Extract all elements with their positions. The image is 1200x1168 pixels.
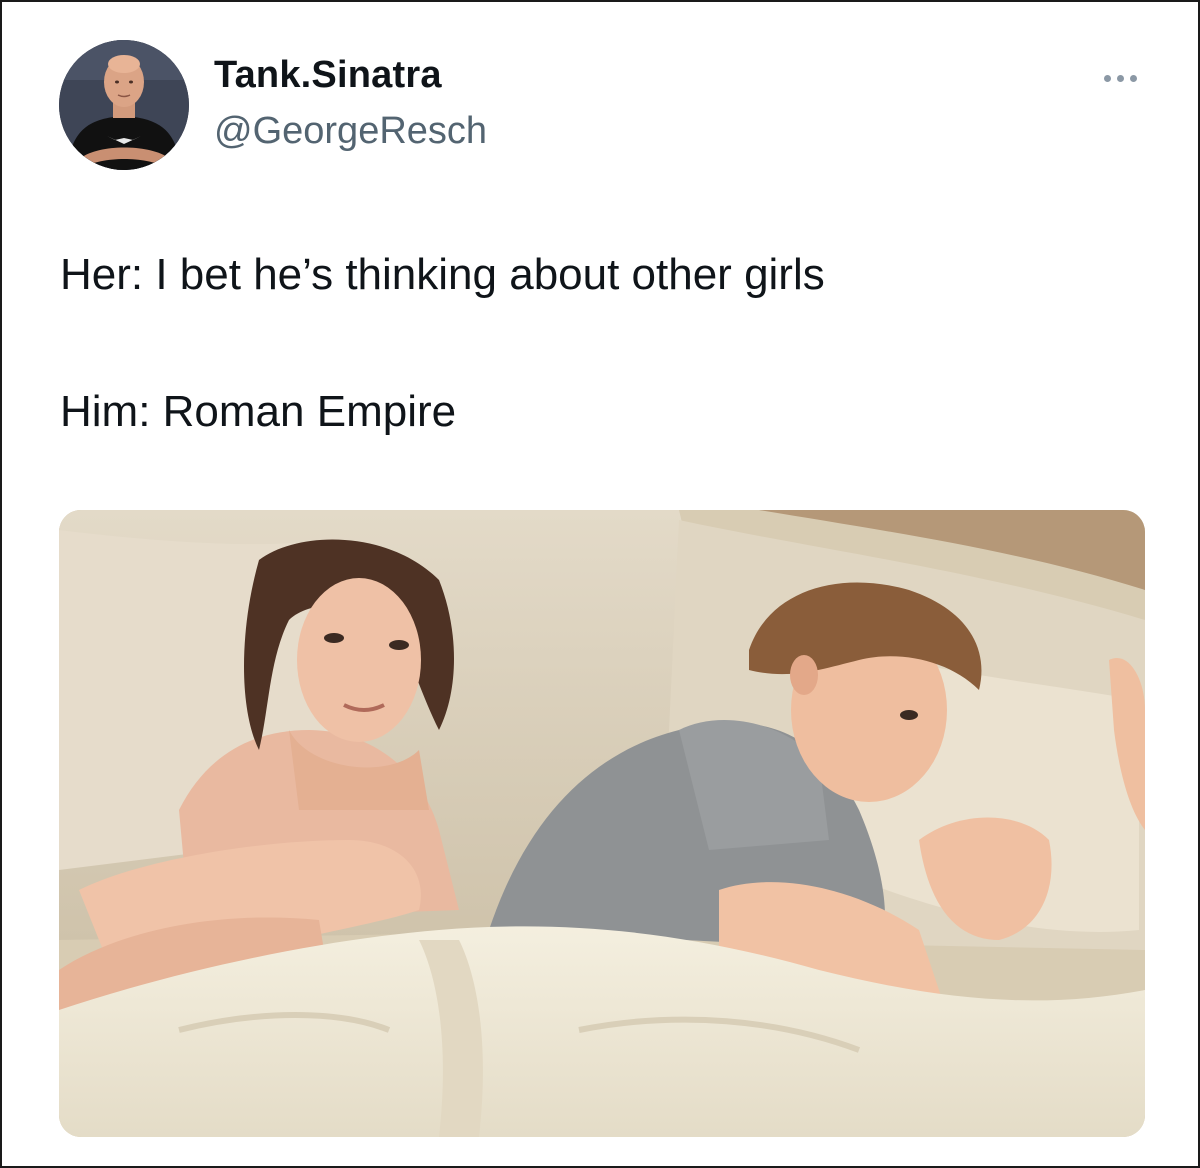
more-dot — [1129, 74, 1137, 82]
more-dot — [1116, 74, 1124, 82]
display-name[interactable]: Tank.Sinatra — [214, 54, 442, 97]
tweet-media-image[interactable] — [59, 510, 1145, 1137]
profile-avatar[interactable] — [59, 40, 189, 170]
tweet-text-line-1: Her: I bet he’s thinking about other gir… — [60, 250, 825, 299]
couple-in-bed-photo — [59, 510, 1145, 1137]
more-horizontal-icon[interactable] — [1092, 62, 1148, 94]
tweet-text-line-2: Him: Roman Empire — [60, 387, 457, 436]
avatar-photo — [59, 40, 189, 170]
user-handle[interactable]: @GeorgeResch — [214, 110, 487, 153]
tweet-card: Tank.Sinatra @GeorgeResch Her: I bet he’… — [0, 0, 1200, 1168]
more-dot — [1103, 74, 1111, 82]
